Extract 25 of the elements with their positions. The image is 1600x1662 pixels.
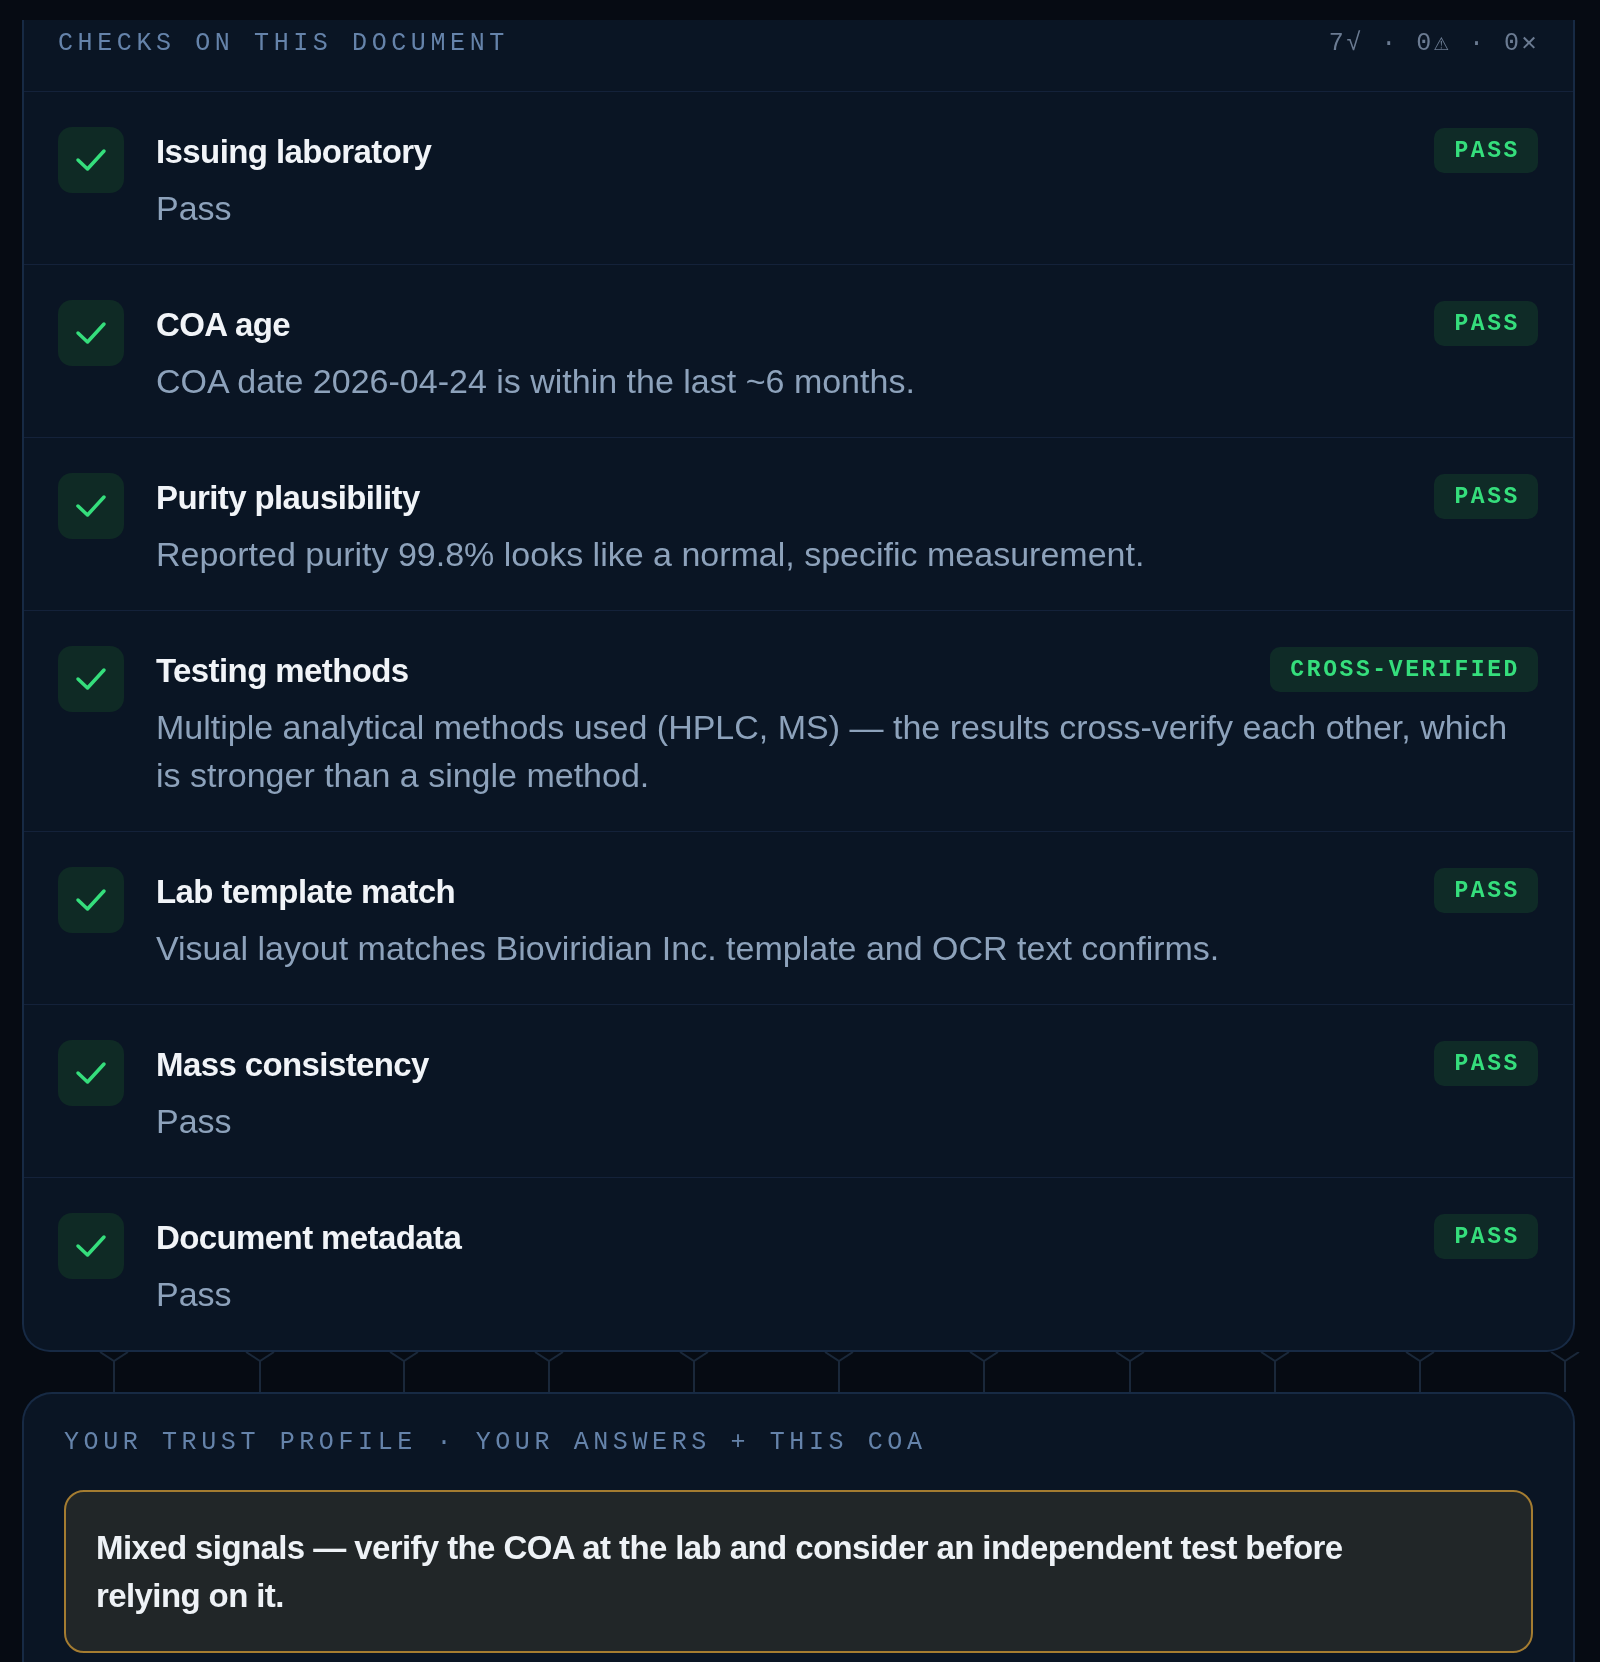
status-badge: PASS [1434, 1214, 1538, 1259]
status-badge: CROSS-VERIFIED [1270, 647, 1538, 692]
status-badge: PASS [1434, 474, 1538, 519]
check-description: Pass [156, 188, 233, 229]
section-heading: YOUR TRUST PROFILE · YOUR ANSWERS + THIS COA [64, 1429, 928, 1457]
check-description: Pass [156, 1101, 233, 1142]
status-badge: PASS [1434, 868, 1538, 913]
status-badge: PASS [1434, 128, 1538, 173]
check-title: Testing methods [156, 651, 409, 691]
status-badge: PASS [1434, 1041, 1538, 1086]
check-description: Visual layout matches Bioviridian Inc. template and OCR text confirms. [156, 928, 1221, 969]
verdict-banner: Mixed signals — verify the COA at the lab and consider an independent test before relying on it. [64, 1490, 1533, 1653]
status-badge: PASS [1434, 301, 1538, 346]
check-title: Purity plausibility [156, 478, 420, 518]
check-title: Mass consistency [156, 1045, 429, 1085]
check-description: Reported purity 99.8% looks like a normal, specific measurement. [156, 534, 1146, 575]
check-description: Multiple analytical methods used (HPLC, MS) — the results cross-verify each other, which is stronger than a single method. [156, 707, 1509, 796]
check-description: COA date 2026-04-24 is within the last ~6 months. [156, 361, 916, 402]
check-title: Lab template match [156, 872, 456, 912]
check-summary: 7√ · 0⚠ · 0✕ [1328, 30, 1539, 58]
check-title: COA age [156, 305, 290, 345]
check-title: Document metadata [156, 1218, 462, 1258]
check-title: Issuing laboratory [156, 132, 432, 172]
check-description: Pass [156, 1274, 233, 1315]
section-heading: CHECKS ON THIS DOCUMENT [58, 30, 509, 58]
